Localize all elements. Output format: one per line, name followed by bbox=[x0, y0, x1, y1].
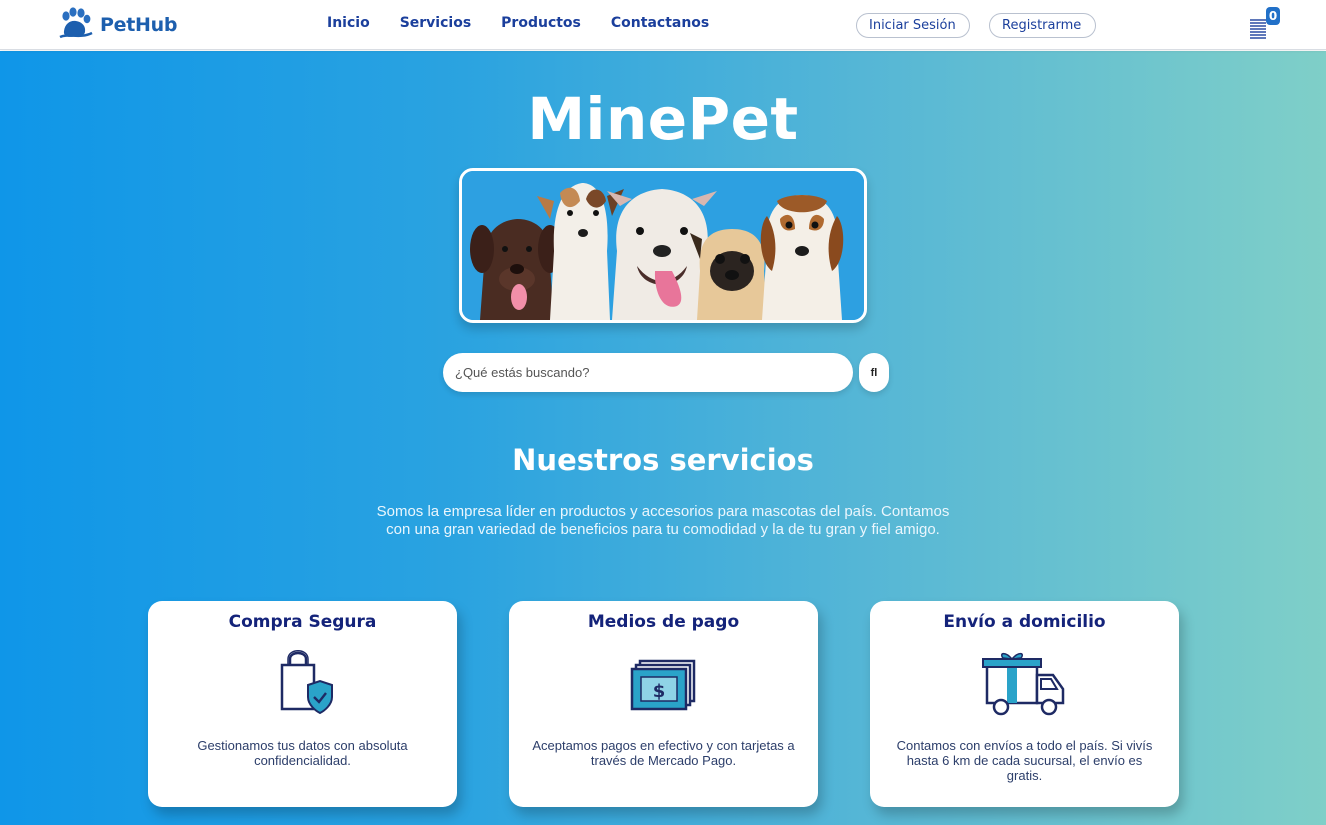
cart-button[interactable]: 0 bbox=[1246, 6, 1286, 44]
login-button[interactable]: Iniciar Sesión bbox=[856, 13, 970, 38]
search-button[interactable]: fl bbox=[859, 353, 889, 392]
dog-lab-image bbox=[470, 219, 562, 320]
search-input[interactable] bbox=[443, 353, 853, 392]
service-card-medios-de-pago: Medios de pago $ Aceptamos pagos en efec… bbox=[509, 601, 818, 807]
shopping-bag-shield-icon bbox=[268, 649, 338, 724]
services-description: Somos la empresa líder en productos y ac… bbox=[376, 503, 950, 538]
card-title: Compra Segura bbox=[228, 612, 377, 632]
hero-section: MinePet ¿Qué estás buscando? fl Nuestros… bbox=[0, 51, 1326, 825]
logo-text: PetHub bbox=[100, 14, 178, 36]
page-title: MinePet bbox=[527, 85, 799, 153]
search-bar bbox=[443, 353, 853, 392]
delivery-truck-icon bbox=[979, 649, 1071, 724]
nav-link-productos[interactable]: Productos bbox=[501, 15, 581, 31]
service-card-envio-a-domicilio: Envío a domicilio Contamos con envíos a … bbox=[870, 601, 1179, 807]
dogs-illustration bbox=[462, 171, 864, 320]
register-button[interactable]: Registrarme bbox=[989, 13, 1096, 38]
card-text: Aceptamos pagos en efectivo y con tarjet… bbox=[532, 738, 795, 768]
card-title: Medios de pago bbox=[587, 612, 740, 632]
dog-beagle-image bbox=[760, 195, 844, 320]
service-card-compra-segura: Compra Segura Gestionamos tus datos con … bbox=[148, 601, 457, 807]
nav-link-servicios[interactable]: Servicios bbox=[400, 15, 471, 31]
cart-count-badge: 0 bbox=[1266, 7, 1280, 25]
nav-link-inicio[interactable]: Inicio bbox=[327, 15, 370, 31]
main-nav: Inicio Servicios Productos Contactanos bbox=[327, 15, 739, 31]
paw-logo-icon bbox=[59, 7, 93, 39]
card-text: Contamos con envíos a todo el país. Si v… bbox=[896, 738, 1153, 783]
top-navbar: PetHub Inicio Servicios Productos Contac… bbox=[0, 0, 1326, 50]
cash-icon: $ bbox=[626, 649, 702, 724]
dogs-photo bbox=[459, 168, 867, 323]
services-title: Nuestros servicios bbox=[512, 443, 814, 477]
nav-link-contactanos[interactable]: Contactanos bbox=[611, 15, 709, 31]
svg-text:$: $ bbox=[652, 681, 665, 702]
card-title: Envío a domicilio bbox=[943, 612, 1106, 632]
logo[interactable]: PetHub bbox=[58, 4, 177, 46]
card-text: Gestionamos tus datos con absoluta confi… bbox=[197, 738, 408, 768]
